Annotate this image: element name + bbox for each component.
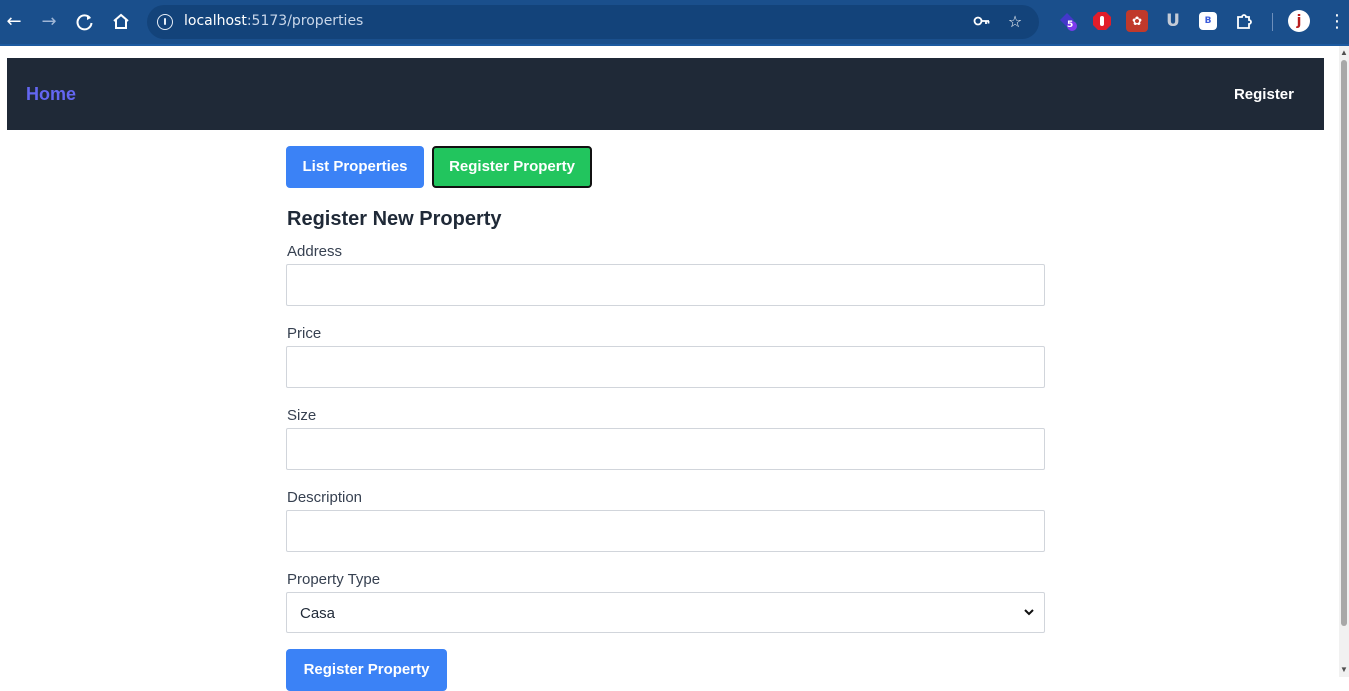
profile-avatar-icon[interactable]: j (1288, 10, 1310, 32)
address-field[interactable] (286, 264, 1045, 306)
description-field[interactable] (286, 510, 1045, 552)
bookmark-star-icon[interactable]: ☆ (1004, 11, 1026, 33)
property-type-select[interactable]: Casa (286, 592, 1045, 633)
menu-kebab-icon[interactable]: ⋮ (1325, 10, 1349, 34)
list-properties-button[interactable]: List Properties (286, 146, 424, 188)
address-label: Address (287, 243, 343, 260)
form-title: Register New Property (287, 208, 502, 230)
price-label: Price (287, 325, 322, 342)
register-link[interactable]: Register (1234, 86, 1294, 103)
app-navbar: Home Register (7, 58, 1324, 130)
extensions-puzzle-icon[interactable] (1234, 10, 1256, 32)
extension-u-icon[interactable]: U (1162, 10, 1184, 32)
address-bar[interactable]: localhost:5173/properties ☆ (147, 5, 1039, 39)
page-scrollbar[interactable]: ▲ ▼ (1339, 46, 1349, 677)
submit-register-property-button[interactable]: Register Property (286, 649, 447, 691)
home-link[interactable]: Home (26, 84, 76, 105)
adblock-icon[interactable] (1091, 10, 1113, 32)
scroll-up-icon[interactable]: ▲ (1339, 48, 1349, 58)
reload-icon[interactable] (73, 10, 97, 34)
browser-toolbar: ← → localhost:5173/properties ☆ 5 ✿ U B … (0, 0, 1349, 46)
key-icon[interactable] (971, 11, 993, 33)
scroll-down-icon[interactable]: ▼ (1339, 665, 1349, 675)
property-type-label: Property Type (287, 571, 381, 588)
url-text: localhost:5173/properties (184, 13, 364, 29)
register-property-tab-button[interactable]: Register Property (432, 146, 592, 188)
site-info-icon[interactable] (157, 14, 173, 30)
price-field[interactable] (286, 346, 1045, 388)
toolbar-separator (1272, 13, 1273, 31)
forward-icon[interactable]: → (37, 10, 61, 34)
chevron-down-icon (1022, 605, 1036, 619)
size-field[interactable] (286, 428, 1045, 470)
home-icon[interactable] (109, 10, 133, 34)
toolbar-divider (0, 44, 1349, 46)
size-label: Size (287, 407, 317, 424)
extension-badge: 5 (1067, 20, 1074, 30)
property-type-value: Casa (300, 605, 336, 622)
extension-red-icon[interactable]: ✿ (1126, 10, 1148, 32)
scroll-thumb[interactable] (1341, 60, 1347, 626)
extension-b-icon[interactable]: B (1199, 12, 1217, 30)
extension-icon[interactable]: 5 (1057, 10, 1079, 32)
back-icon[interactable]: ← (2, 10, 26, 34)
description-label: Description (287, 489, 363, 506)
